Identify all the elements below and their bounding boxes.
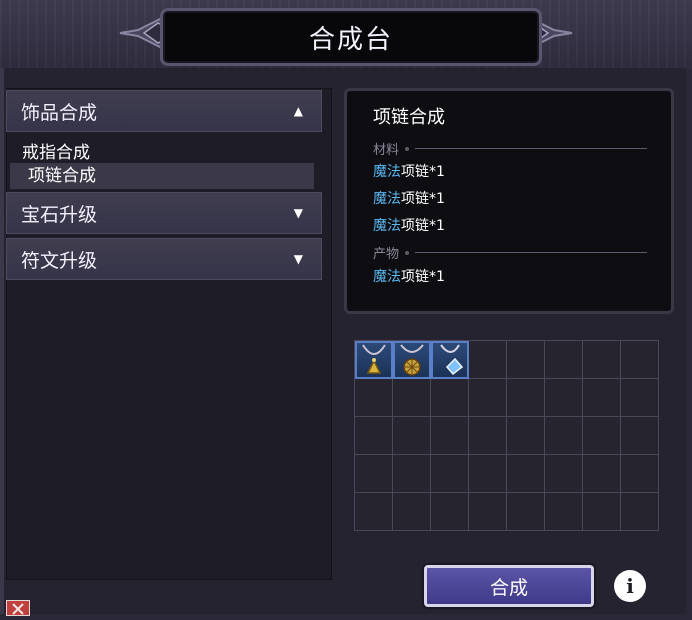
inventory-slot[interactable] — [583, 341, 621, 379]
divider-dot — [405, 146, 410, 151]
inventory-slot[interactable] — [621, 341, 659, 379]
expand-arrow-icon: ▼ — [293, 206, 303, 220]
product-label: 产物 — [373, 247, 400, 262]
inventory-slot[interactable] — [431, 341, 469, 379]
category-label: 符文升级 — [21, 249, 98, 272]
inventory-slot[interactable] — [545, 417, 583, 455]
inventory-slot[interactable] — [469, 341, 507, 379]
inventory-slot[interactable] — [545, 493, 583, 531]
category-gem-upgrade[interactable]: 宝石升级 ▼ — [6, 192, 322, 234]
inventory-slot[interactable] — [431, 417, 469, 455]
inventory-slot[interactable] — [507, 379, 545, 417]
inventory-slot[interactable] — [583, 379, 621, 417]
inventory-slot[interactable] — [469, 455, 507, 493]
subitem-ring-synthesis[interactable]: 戒指合成 — [22, 138, 90, 163]
title-plate: 合成台 — [160, 8, 542, 66]
inventory-slot[interactable] — [583, 417, 621, 455]
inventory-slot[interactable] — [355, 341, 393, 379]
recipe-title: 项链合成 — [373, 107, 445, 128]
info-icon: i — [626, 574, 634, 598]
inventory-slot[interactable] — [393, 493, 431, 531]
category-label: 宝石升级 — [21, 203, 98, 226]
inventory-slot[interactable] — [355, 455, 393, 493]
inventory-slot[interactable] — [431, 379, 469, 417]
material-line: 魔法项链*1 — [373, 161, 445, 181]
collapse-arrow-icon: ▲ — [293, 104, 303, 118]
divider — [415, 148, 647, 149]
product-line: 魔法项链*1 — [373, 266, 445, 286]
material-line: 魔法项链*1 — [373, 215, 445, 235]
subitem-necklace-synthesis[interactable]: 项链合成 — [10, 163, 314, 189]
synthesize-button[interactable]: 合成 — [424, 565, 594, 607]
info-button[interactable]: i — [614, 570, 646, 602]
material-name: 项链*1 — [401, 164, 445, 180]
product-name: 项链*1 — [401, 269, 445, 285]
product-section: 产物 — [373, 243, 647, 262]
inventory-slot[interactable] — [507, 493, 545, 531]
inventory-slot[interactable] — [621, 379, 659, 417]
material-line: 魔法项链*1 — [373, 188, 445, 208]
product-prefix: 魔法 — [373, 269, 401, 285]
recipe-panel: 项链合成 材料 魔法项链*1 魔法项链*1 魔法项链*1 产物 魔法项链*1 — [344, 88, 674, 314]
inventory-slot[interactable] — [469, 493, 507, 531]
inventory-slot[interactable] — [431, 455, 469, 493]
material-name: 项链*1 — [401, 191, 445, 207]
inventory-slot[interactable] — [507, 455, 545, 493]
category-accessory-synthesis[interactable]: 饰品合成 ▲ — [6, 90, 322, 132]
inventory-slot[interactable] — [393, 379, 431, 417]
category-label: 饰品合成 — [21, 101, 98, 124]
inventory-slot[interactable] — [507, 341, 545, 379]
window-title: 合成台 — [308, 24, 393, 55]
expand-arrow-icon: ▼ — [293, 252, 303, 266]
materials-label: 材料 — [373, 143, 400, 158]
inventory-slot[interactable] — [393, 417, 431, 455]
material-prefix: 魔法 — [373, 191, 401, 207]
inventory-slot[interactable] — [393, 455, 431, 493]
inventory-slot[interactable] — [393, 341, 431, 379]
inventory-slot[interactable] — [621, 493, 659, 531]
material-prefix: 魔法 — [373, 218, 401, 234]
inventory-slot[interactable] — [355, 379, 393, 417]
inventory-slot[interactable] — [469, 379, 507, 417]
inventory-slot[interactable] — [545, 455, 583, 493]
materials-section: 材料 — [373, 139, 647, 158]
inventory-slot[interactable] — [469, 417, 507, 455]
divider-dot — [405, 250, 410, 255]
inventory-slot[interactable] — [545, 341, 583, 379]
inventory-slot[interactable] — [621, 417, 659, 455]
inventory-slot[interactable] — [621, 455, 659, 493]
inventory-grid — [354, 340, 659, 531]
inventory-slot[interactable] — [583, 493, 621, 531]
inventory-slot[interactable] — [583, 455, 621, 493]
inventory-slot[interactable] — [507, 417, 545, 455]
inventory-slot[interactable] — [355, 493, 393, 531]
inventory-slot[interactable] — [431, 493, 469, 531]
material-name: 项链*1 — [401, 218, 445, 234]
inventory-slot[interactable] — [355, 417, 393, 455]
inventory-slot[interactable] — [545, 379, 583, 417]
category-rune-upgrade[interactable]: 符文升级 ▼ — [6, 238, 322, 280]
material-prefix: 魔法 — [373, 164, 401, 180]
divider — [415, 252, 647, 253]
